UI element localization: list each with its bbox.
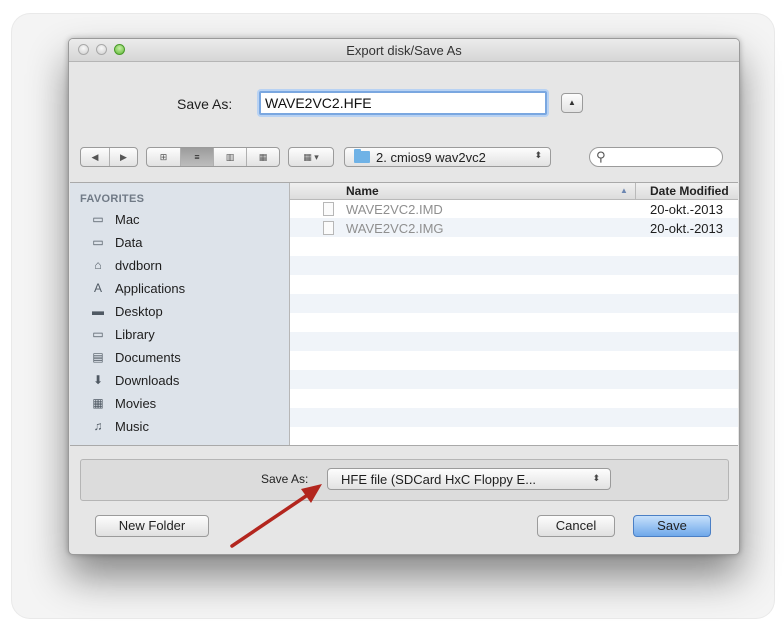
popup-arrows-icon: ⬍ [534,150,542,160]
icon-view-button[interactable]: ⊞ [147,148,181,166]
cover-flow-view-button[interactable]: ▦ [247,148,279,166]
sidebar-item-desktop[interactable]: ▬ Desktop [90,302,285,322]
sidebar-item-label: Data [115,235,143,250]
sidebar-item-label: Downloads [115,373,180,388]
document-icon [323,202,334,216]
file-date: 20-okt.-2013 [650,221,723,236]
sidebar-item-music[interactable]: ♫ Music [90,417,285,437]
forward-button[interactable]: ▶ [110,148,137,166]
save-button[interactable]: Save [633,515,711,537]
folder-icon: ▭ [92,327,104,341]
browser-toolbar: ◀ ▶ ⊞ ≡ ▥ ▦ ▦ ▾ 2. cmios9 wav2vc2 ⬍ ⚲ [69,147,739,173]
popup-arrows-icon: ⬍ [592,473,600,483]
sidebar-item-library[interactable]: ▭ Library [90,325,285,345]
file-format-value: HFE file (SDCard HxC Floppy E... [341,472,537,487]
downloads-icon: ⬇ [92,373,104,387]
sidebar-item-label: Mac [115,212,140,227]
sidebar-item-label: Movies [115,396,157,411]
sidebar-item-label: Desktop [115,304,163,319]
back-button[interactable]: ◀ [81,148,110,166]
file-format-select[interactable]: HFE file (SDCard HxC Floppy E... ⬍ [327,468,611,490]
format-label: Save As: [261,472,309,486]
sidebar: FAVORITES ▭ Mac ▭ Data ⌂ dvdborn A Appli… [70,183,290,445]
sidebar-item-label: Music [115,419,149,434]
history-nav: ◀ ▶ [80,147,138,167]
music-icon: ♫ [93,419,103,433]
sidebar-item-movies[interactable]: ▦ Movies [90,394,285,414]
sidebar-item-dvdborn[interactable]: ⌂ dvdborn [90,256,285,276]
collapse-browser-button[interactable]: ▲ [561,93,583,113]
title-bar: Export disk/Save As [69,39,739,62]
sidebar-item-downloads[interactable]: ⬇ Downloads [90,371,285,391]
arrange-menu: ▦ ▾ [288,147,334,167]
sidebar-item-label: dvdborn [115,258,162,273]
sidebar-item-label: Documents [115,350,181,365]
file-list-header: Name ▲ Date Modified [290,183,738,200]
file-row[interactable]: WAVE2VC2.IMG 20-okt.-2013 [290,219,738,238]
column-header-name[interactable]: Name [346,184,379,198]
column-header-date-modified[interactable]: Date Modified [650,184,729,198]
sidebar-item-documents[interactable]: ▤ Documents [90,348,285,368]
arrange-button[interactable]: ▦ ▾ [289,148,333,166]
hard-drive-icon: ▭ [92,235,104,249]
save-as-row: Save As: ▲ [69,91,739,119]
file-name: WAVE2VC2.IMD [346,202,443,217]
file-row[interactable]: WAVE2VC2.IMD 20-okt.-2013 [290,200,738,219]
sidebar-item-label: Library [115,327,155,342]
column-view-button[interactable]: ▥ [214,148,247,166]
sidebar-item-label: Applications [115,281,186,296]
documents-icon: ▤ [92,350,104,364]
home-icon: ⌂ [94,258,102,272]
sidebar-item-applications[interactable]: A Applications [90,279,285,299]
document-icon [323,221,334,235]
folder-icon [354,149,370,163]
file-format-panel: Save As: HFE file (SDCard HxC Floppy E..… [80,459,729,501]
sort-ascending-icon: ▲ [620,186,628,195]
sidebar-item-data[interactable]: ▭ Data [90,233,285,253]
filename-input[interactable] [259,91,547,115]
save-as-label: Save As: [177,96,233,112]
applications-icon: A [93,281,102,295]
sidebar-item-mac[interactable]: ▭ Mac [90,210,285,230]
file-date: 20-okt.-2013 [650,202,723,217]
location-label: 2. cmios9 wav2vc2 [376,150,486,165]
file-list: Name ▲ Date Modified WAVE2VC2.IMD 20-okt… [290,183,738,445]
search-field[interactable]: ⚲ [589,147,723,167]
column-divider[interactable] [635,183,636,199]
hard-drive-icon: ▭ [92,212,104,226]
file-browser: FAVORITES ▭ Mac ▭ Data ⌂ dvdborn A Appli… [70,182,738,446]
list-view-button[interactable]: ≡ [180,148,214,166]
desktop-icon: ▬ [92,304,104,318]
save-dialog: Export disk/Save As Save As: ▲ ◀ ▶ ⊞ ≡ ▥… [68,38,740,555]
file-name: WAVE2VC2.IMG [346,221,444,236]
location-popup[interactable]: 2. cmios9 wav2vc2 ⬍ [344,147,551,167]
search-icon: ⚲ [596,149,606,164]
new-folder-button[interactable]: New Folder [95,515,209,537]
view-mode-selector: ⊞ ≡ ▥ ▦ [146,147,280,167]
movies-icon: ▦ [92,396,104,410]
cancel-button[interactable]: Cancel [537,515,615,537]
sidebar-section-favorites: FAVORITES [80,193,145,205]
window-title: Export disk/Save As [346,43,462,58]
